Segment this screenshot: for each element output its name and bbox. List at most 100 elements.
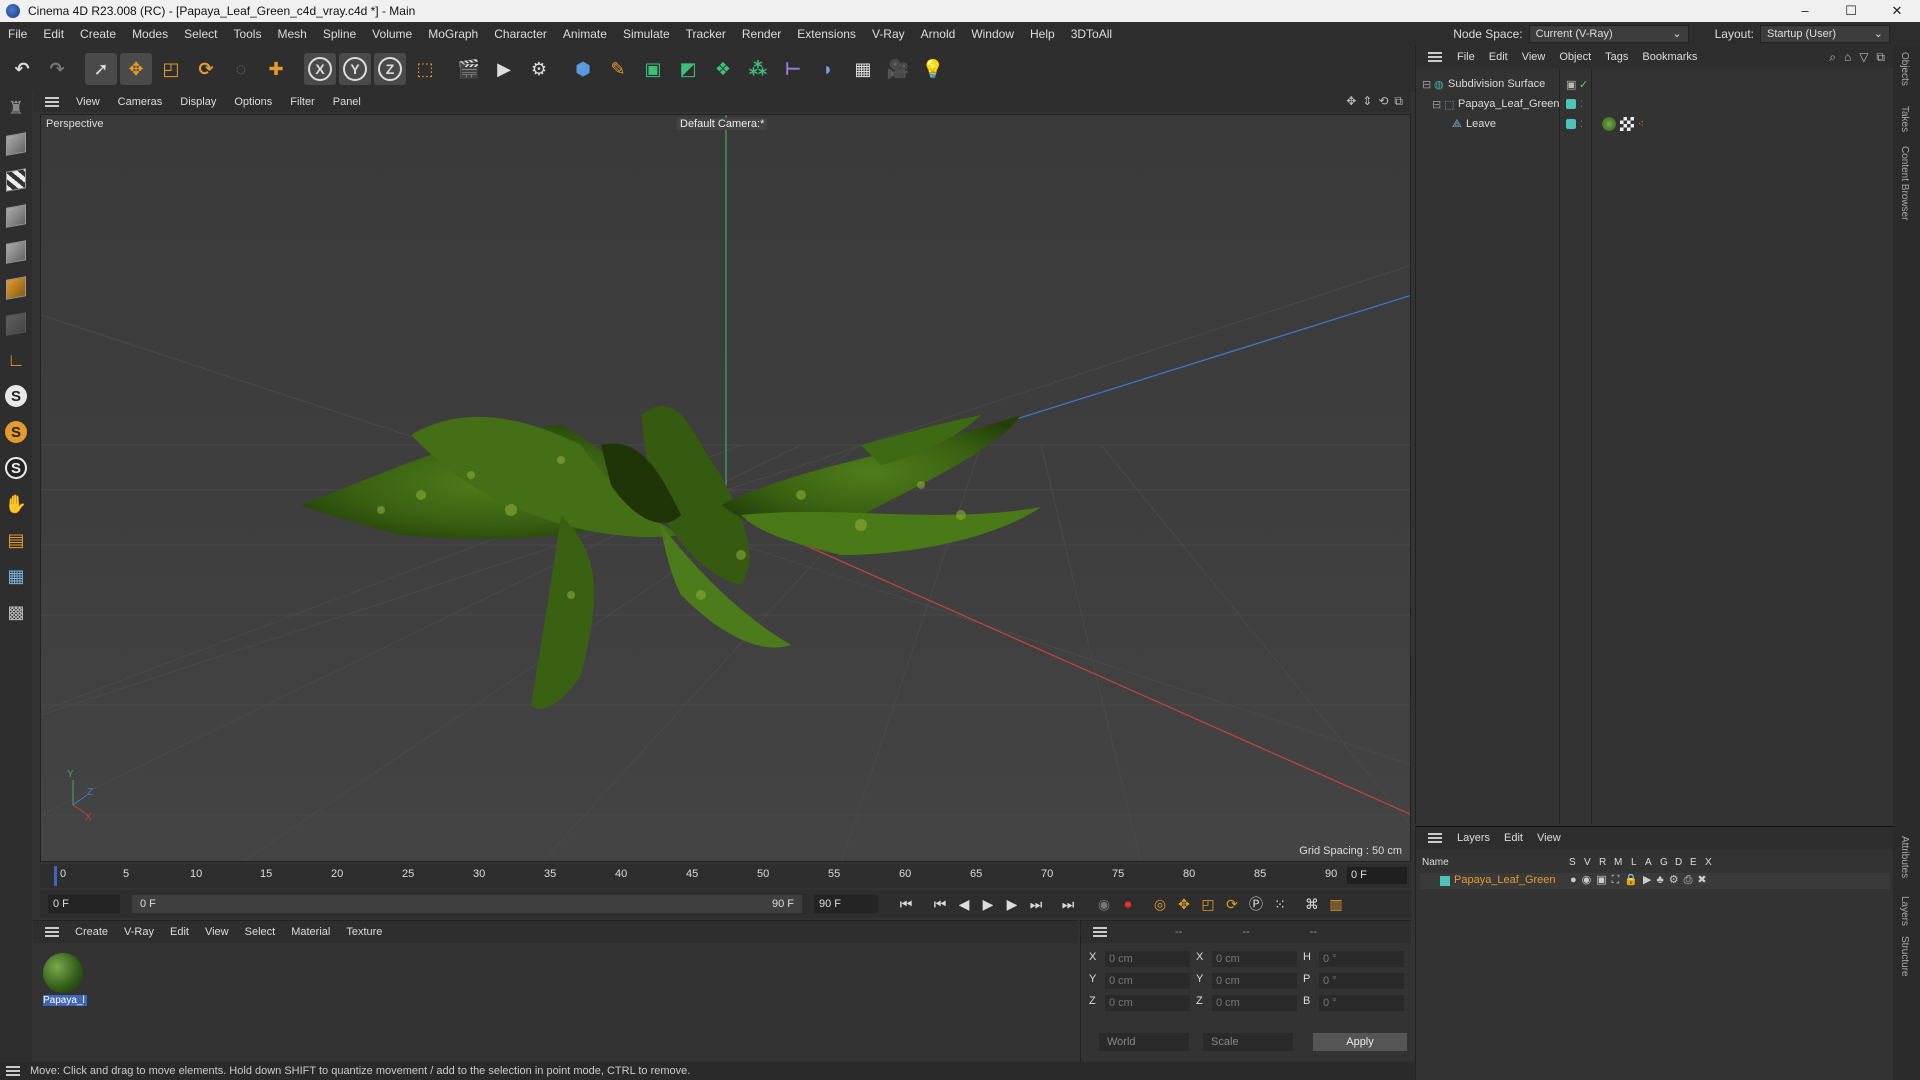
- viewport-menu-options[interactable]: Options: [225, 96, 281, 108]
- viewport-menu-filter[interactable]: Filter: [281, 96, 323, 108]
- layer-menu-view[interactable]: View: [1530, 832, 1568, 844]
- cloner-icon[interactable]: ❖: [707, 53, 739, 85]
- next-frame-icon[interactable]: ▶: [1000, 892, 1024, 916]
- menu-help[interactable]: Help: [1022, 22, 1063, 46]
- uvw-tag-icon[interactable]: [1620, 117, 1634, 131]
- prev-frame-icon[interactable]: ◀: [952, 892, 976, 916]
- menu-volume[interactable]: Volume: [364, 22, 420, 46]
- minimize-button[interactable]: –: [1782, 0, 1828, 22]
- menu-vray[interactable]: V-Ray: [864, 22, 913, 46]
- instance-icon[interactable]: ⁂: [742, 53, 774, 85]
- frame-range-slider[interactable]: 0 F 90 F: [132, 895, 802, 913]
- size-y-field[interactable]: 0 cm: [1212, 973, 1297, 989]
- y-axis-icon[interactable]: Y: [339, 53, 371, 85]
- material-menu-vray[interactable]: V-Ray: [116, 926, 162, 938]
- scale-icon[interactable]: ◰: [155, 53, 187, 85]
- lock-workplane-icon[interactable]: ▩: [0, 596, 32, 628]
- render-picture-viewer-icon[interactable]: ▶: [488, 53, 520, 85]
- viewport-menu-cameras[interactable]: Cameras: [109, 96, 172, 108]
- render-settings-icon[interactable]: ⚙: [523, 53, 555, 85]
- start-frame-field[interactable]: 0 F: [48, 895, 120, 913]
- move-icon[interactable]: ✥: [120, 53, 152, 85]
- menu-tools[interactable]: Tools: [225, 22, 269, 46]
- quantize-icon[interactable]: S: [0, 452, 32, 484]
- visibility-dots-icon[interactable]: ⁚: [1580, 99, 1583, 110]
- snap-settings-icon[interactable]: S: [0, 416, 32, 448]
- hamburger-icon[interactable]: [1093, 927, 1107, 937]
- material-menu-material[interactable]: Material: [283, 926, 338, 938]
- timeline-window-icon[interactable]: ▥: [1324, 892, 1348, 916]
- rot-h-field[interactable]: 0 °: [1319, 951, 1404, 967]
- rot-p-field[interactable]: 0 °: [1319, 973, 1404, 989]
- hamburger-icon[interactable]: [6, 1066, 20, 1076]
- home-icon[interactable]: ⌂: [1844, 50, 1851, 65]
- coordinate-system-icon[interactable]: ⬚: [409, 53, 441, 85]
- deformer-icon[interactable]: ⊢: [777, 53, 809, 85]
- menu-simulate[interactable]: Simulate: [615, 22, 678, 46]
- menu-render[interactable]: Render: [734, 22, 789, 46]
- object-menu-view[interactable]: View: [1515, 51, 1553, 63]
- viewport-menu-view[interactable]: View: [67, 96, 109, 108]
- coordinate-mode-dropdown[interactable]: Scale: [1203, 1033, 1293, 1051]
- tab-layers[interactable]: Layers: [1899, 896, 1910, 926]
- menu-arnold[interactable]: Arnold: [913, 22, 964, 46]
- end-frame-field[interactable]: 90 F: [814, 895, 878, 913]
- size-z-field[interactable]: 0 cm: [1212, 995, 1297, 1011]
- pos-y-field[interactable]: 0 cm: [1105, 973, 1190, 989]
- next-key-icon[interactable]: ⏭: [1024, 892, 1048, 916]
- cube-icon[interactable]: ⬢: [567, 53, 599, 85]
- object-menu-edit[interactable]: Edit: [1482, 51, 1515, 63]
- viewport-menu-display[interactable]: Display: [171, 96, 225, 108]
- add-icon[interactable]: ✚: [260, 53, 292, 85]
- axis-mode-icon[interactable]: ∟: [0, 344, 32, 376]
- material-menu-edit[interactable]: Edit: [162, 926, 197, 938]
- hamburger-icon[interactable]: [45, 97, 59, 107]
- maximize-button[interactable]: ☐: [1828, 0, 1874, 22]
- collapse-icon[interactable]: ⊟: [1422, 78, 1431, 91]
- keyframe-icon[interactable]: ◎: [1148, 892, 1172, 916]
- autokey-icon[interactable]: ⏺: [1116, 892, 1140, 916]
- camera-icon[interactable]: 🎥: [882, 53, 914, 85]
- texture-mode-icon[interactable]: [0, 164, 32, 196]
- object-menu-tags[interactable]: Tags: [1598, 51, 1635, 63]
- redo-icon[interactable]: ↷: [41, 53, 73, 85]
- layout-dropdown[interactable]: Startup (User) ⌄: [1760, 25, 1890, 43]
- rotation-key-icon[interactable]: ⟳: [1220, 892, 1244, 916]
- material-menu-select[interactable]: Select: [237, 926, 284, 938]
- live-select-icon[interactable]: ◌: [225, 53, 257, 85]
- dolly-icon[interactable]: ⇕: [1362, 94, 1372, 109]
- play-icon[interactable]: ▶: [976, 892, 1000, 916]
- selection-tag-icon[interactable]: ⁖: [1638, 119, 1644, 130]
- menu-tracker[interactable]: Tracker: [678, 22, 734, 46]
- object-menu-file[interactable]: File: [1450, 51, 1482, 63]
- pen-icon[interactable]: ✎: [602, 53, 634, 85]
- z-axis-icon[interactable]: Z: [374, 53, 406, 85]
- menu-3dtoall[interactable]: 3DToAll: [1063, 22, 1120, 46]
- menu-spline[interactable]: Spline: [315, 22, 364, 46]
- edges-mode-icon[interactable]: [0, 236, 32, 268]
- pos-x-field[interactable]: 0 cm: [1105, 951, 1190, 967]
- tab-structure[interactable]: Structure: [1899, 936, 1910, 977]
- material-menu-view[interactable]: View: [197, 926, 237, 938]
- polygons-mode-icon[interactable]: [0, 272, 32, 304]
- tweak-icon[interactable]: ✋: [0, 488, 32, 520]
- node-space-dropdown[interactable]: Current (V-Ray) ⌄: [1528, 25, 1689, 43]
- filter-icon[interactable]: ▽: [1859, 50, 1868, 65]
- viewport-menu-panel[interactable]: Panel: [324, 96, 370, 108]
- hamburger-icon[interactable]: [45, 927, 59, 937]
- tab-objects[interactable]: Objects: [1899, 52, 1910, 86]
- select-icon[interactable]: ➚: [85, 53, 117, 85]
- menu-file[interactable]: File: [0, 22, 35, 46]
- tab-takes[interactable]: Takes: [1899, 106, 1910, 132]
- layer-row[interactable]: Papaya_Leaf_Green ●◉▣⛶🔒▶♣⚙⎙✖: [1420, 873, 1890, 889]
- layer-color-swatch[interactable]: [1566, 119, 1576, 129]
- menu-mesh[interactable]: Mesh: [269, 22, 314, 46]
- current-frame-field[interactable]: 0 F: [1347, 867, 1407, 884]
- viewport[interactable]: Y Z X Perspective Default Camera:* Grid …: [40, 114, 1411, 862]
- material-menu-texture[interactable]: Texture: [338, 926, 390, 938]
- snap-icon[interactable]: S: [0, 380, 32, 412]
- go-to-start-icon[interactable]: ⏮: [894, 892, 918, 916]
- parameter-key-icon[interactable]: Ⓟ: [1244, 892, 1268, 916]
- layer-menu-layers[interactable]: Layers: [1450, 832, 1497, 844]
- light-icon[interactable]: 💡: [917, 53, 949, 85]
